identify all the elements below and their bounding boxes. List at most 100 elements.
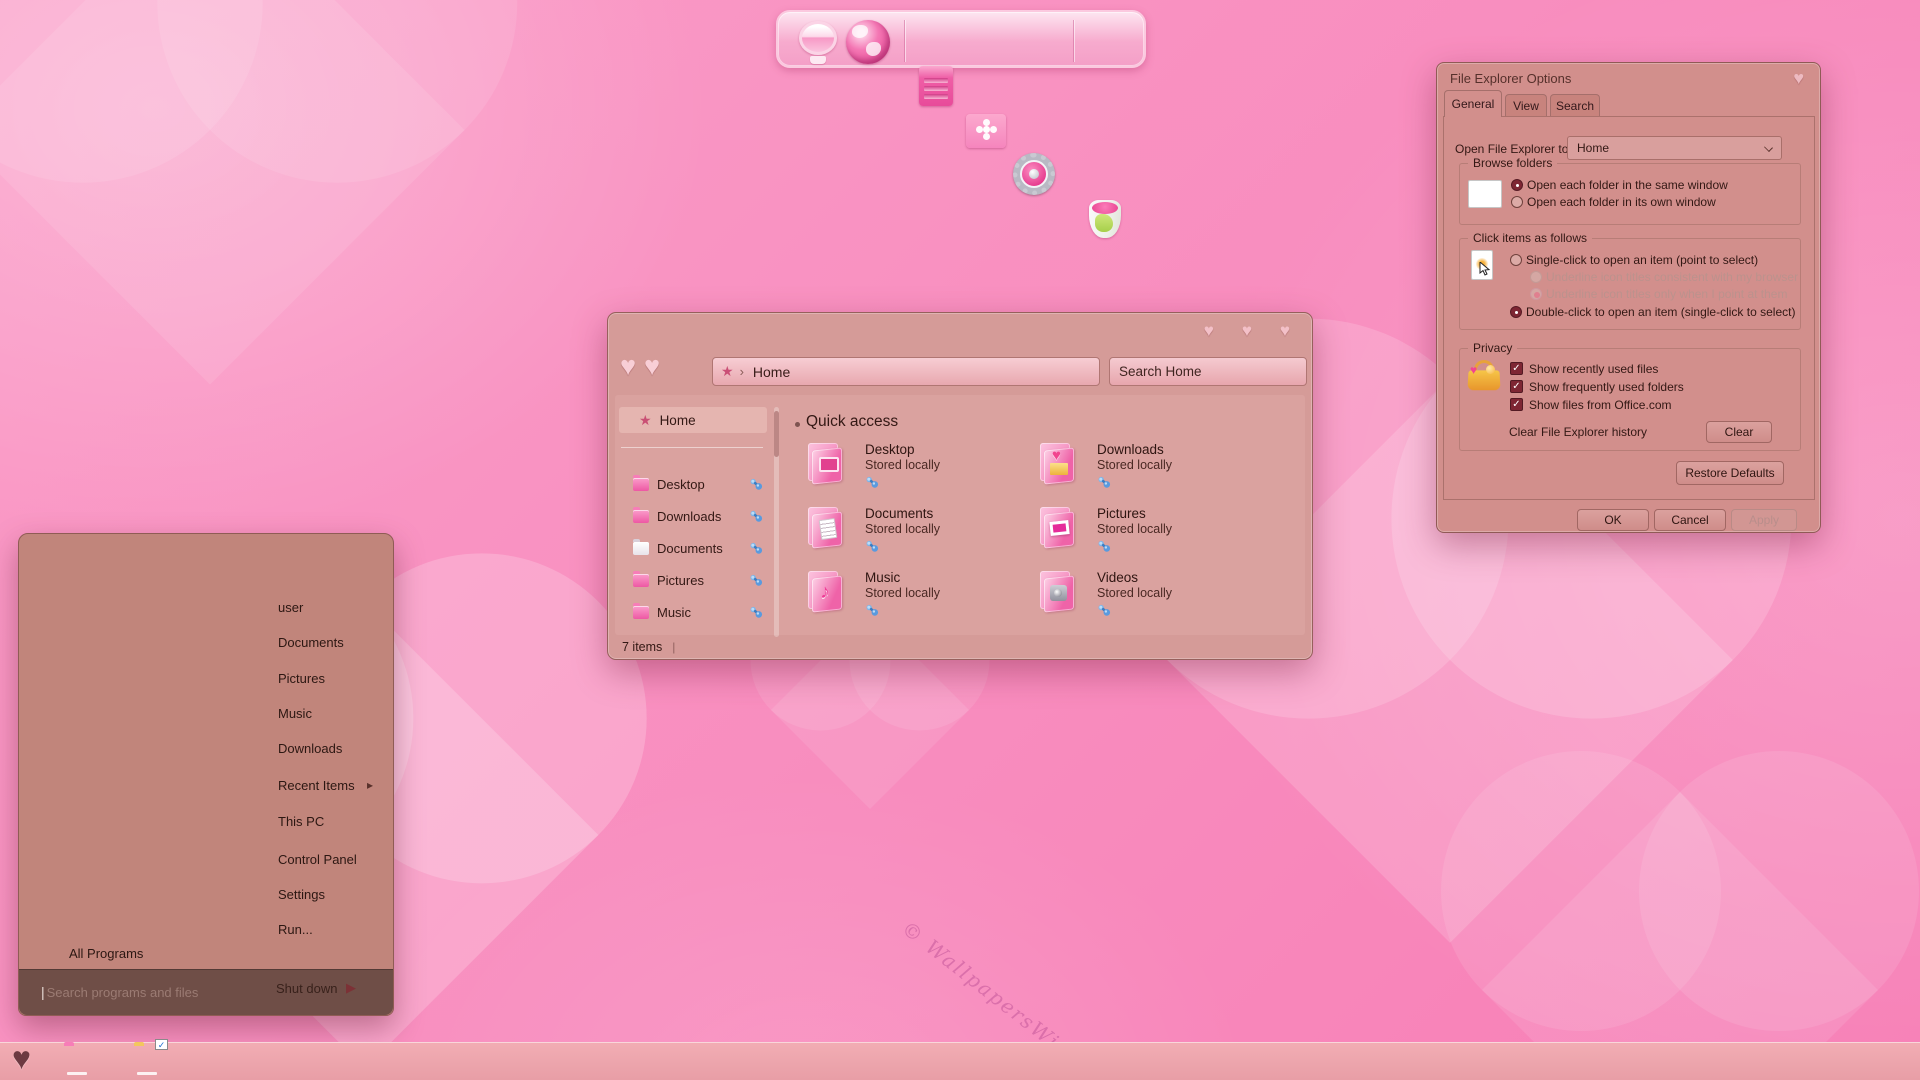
videos-overlay-icon <box>1050 585 1067 601</box>
pin-icon <box>1098 540 1111 552</box>
start-menu-item-music[interactable]: Music <box>278 702 312 724</box>
monitor-display-icon[interactable] <box>796 20 840 64</box>
start-menu-item-documents[interactable]: Documents <box>278 631 344 653</box>
browse-folders-group: Browse folders Open each folder in the s… <box>1459 156 1801 225</box>
restore-defaults-button[interactable]: Restore Defaults <box>1676 461 1784 485</box>
cancel-button[interactable]: Cancel <box>1654 509 1726 531</box>
search-input[interactable] <box>1110 358 1306 385</box>
dock-divider <box>1073 20 1074 62</box>
radio-own-window[interactable] <box>1511 196 1523 208</box>
tile-music[interactable]: ♪ Music Stored locally <box>807 569 1032 629</box>
flower-drive-icon[interactable] <box>964 108 1008 152</box>
checkbox-label[interactable]: Show files from Office.com <box>1529 398 1672 412</box>
dock-divider <box>904 20 905 62</box>
radio-label[interactable]: Open each folder in the same window <box>1527 178 1728 192</box>
item-count: 7 items <box>622 640 663 654</box>
breadcrumb[interactable]: Home <box>753 364 790 380</box>
tile-documents[interactable]: Documents Stored locally <box>807 505 1032 565</box>
globe-browser-icon[interactable] <box>846 20 890 64</box>
explorer-body: ★ Home Desktop Downloads Documents Pictu… <box>615 395 1305 637</box>
start-menu-item-control-panel[interactable]: Control Panel <box>278 848 357 870</box>
start-search-box[interactable]: | <box>41 981 241 1003</box>
folder-icon <box>633 602 649 619</box>
sidebar-item-downloads[interactable]: Downloads <box>619 503 769 529</box>
radio-same-window[interactable] <box>1511 179 1523 191</box>
radio-label[interactable]: Open each folder in its own window <box>1527 195 1716 209</box>
checkbox-office-files[interactable]: ✓ <box>1510 398 1523 411</box>
taskbar-item-folder[interactable] <box>60 1046 94 1076</box>
radio-label[interactable]: Double-click to open an item (single-cli… <box>1526 305 1795 319</box>
dialog-close-button[interactable]: ♥ <box>1793 68 1804 89</box>
sidebar-item-pictures[interactable]: Pictures <box>619 567 769 593</box>
start-menu-item-user[interactable]: user <box>278 596 303 618</box>
explorer-search-box[interactable] <box>1109 357 1307 386</box>
tile-downloads[interactable]: ♥ Downloads Stored locally <box>1039 441 1264 501</box>
folder-icon <box>1039 505 1081 549</box>
start-button[interactable]: ♥ <box>12 1040 31 1077</box>
tile-videos[interactable]: Videos Stored locally <box>1039 569 1264 629</box>
desktop: © WallpapersWide.com ♥ ♥ ♥ ♥ ♥ ★ › Home … <box>0 0 1920 1080</box>
radio-double-click[interactable] <box>1510 306 1522 318</box>
quick-access-collapse-icon[interactable] <box>795 422 800 427</box>
sidebar-item-desktop[interactable]: Desktop <box>619 471 769 497</box>
clear-button[interactable]: Clear <box>1706 421 1772 443</box>
start-menu-item-pictures[interactable]: Pictures <box>278 667 325 689</box>
radio-single-click[interactable] <box>1510 254 1522 266</box>
checkbox-label[interactable]: Show recently used files <box>1529 362 1658 376</box>
tile-desktop[interactable]: Desktop Stored locally <box>807 441 1032 501</box>
folder-icon <box>1039 569 1081 613</box>
pin-icon <box>866 540 879 552</box>
recycle-cup-icon[interactable] <box>1083 196 1127 240</box>
forward-button[interactable]: ♥ <box>644 351 660 382</box>
pin-icon[interactable] <box>749 541 763 555</box>
back-button[interactable]: ♥ <box>620 351 636 382</box>
tab-search[interactable]: Search <box>1550 94 1600 117</box>
dropdown-value: Home <box>1577 141 1610 155</box>
pin-icon[interactable] <box>749 605 763 619</box>
sidebar-item-documents[interactable]: Documents <box>619 535 769 561</box>
start-search-input[interactable] <box>46 984 227 1000</box>
file-cabinet-icon[interactable] <box>914 64 958 108</box>
tab-general[interactable]: General <box>1444 90 1502 117</box>
radio-label[interactable]: Single-click to open an item (point to s… <box>1526 253 1758 267</box>
shutdown-button[interactable]: Shut down <box>276 981 337 996</box>
maximize-button[interactable]: ♥ <box>1242 321 1252 341</box>
close-button[interactable]: ♥ <box>1280 321 1290 341</box>
open-to-dropdown[interactable]: Home <box>1567 136 1782 160</box>
pin-icon[interactable] <box>749 573 763 587</box>
pin-icon[interactable] <box>749 509 763 523</box>
start-menu-item-downloads[interactable]: Downloads <box>278 737 342 759</box>
sidebar-item-home[interactable]: ★ Home <box>619 407 767 433</box>
gear-settings-icon[interactable] <box>1012 152 1056 196</box>
sidebar-item-music[interactable]: Music <box>619 599 769 625</box>
desktop-overlay-icon <box>819 457 839 472</box>
start-menu-item-settings[interactable]: Settings <box>278 883 325 905</box>
group-title: Browse folders <box>1468 156 1558 170</box>
click-pointer-icon <box>1471 250 1493 280</box>
tile-pictures[interactable]: Pictures Stored locally <box>1039 505 1264 565</box>
ok-button[interactable]: OK <box>1577 509 1649 531</box>
checkbox-recent-files[interactable]: ✓ <box>1510 362 1523 375</box>
shutdown-options-arrow-icon[interactable]: ▶ <box>346 980 356 996</box>
submenu-arrow-icon: ▸ <box>367 778 374 792</box>
all-programs-button[interactable]: All Programs <box>69 946 143 961</box>
checkbox-label[interactable]: Show frequently used folders <box>1529 380 1684 394</box>
checkbox-overlay-icon: ✓ <box>155 1039 168 1050</box>
chevron-down-icon <box>1764 143 1773 152</box>
window-sample-icon <box>1468 180 1502 208</box>
start-menu: user Documents Pictures Music Downloads … <box>18 533 394 1016</box>
tab-view[interactable]: View <box>1505 94 1547 117</box>
radio-underline-point <box>1530 288 1542 300</box>
start-menu-item-this-pc[interactable]: This PC <box>278 810 324 832</box>
group-title: Click items as follows <box>1468 231 1593 245</box>
pictures-overlay-icon <box>1049 520 1070 536</box>
heart-overlay-icon: ♥ <box>1470 363 1478 377</box>
start-menu-item-run[interactable]: Run... <box>278 918 313 940</box>
checkbox-frequent-folders[interactable]: ✓ <box>1510 380 1523 393</box>
documents-overlay-icon <box>818 517 838 541</box>
address-bar[interactable]: ★ › Home <box>712 357 1100 386</box>
pin-icon[interactable] <box>749 477 763 491</box>
minimize-button[interactable]: ♥ <box>1204 321 1214 341</box>
radio-label: Underline icon titles only when I point … <box>1546 287 1788 301</box>
taskbar-item-sync-folder[interactable]: ✓ <box>130 1039 168 1076</box>
